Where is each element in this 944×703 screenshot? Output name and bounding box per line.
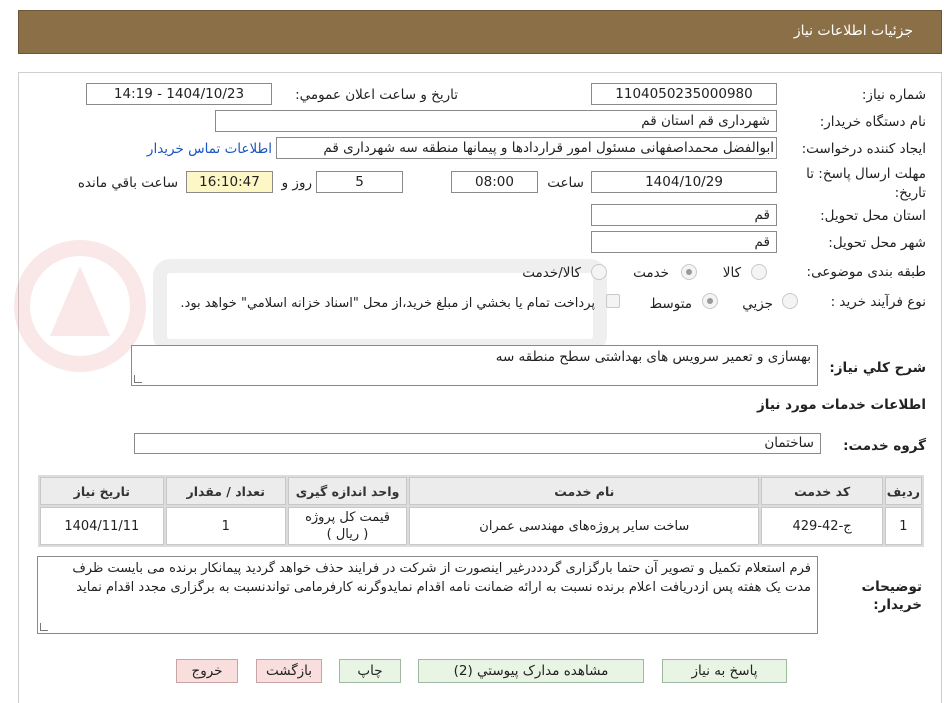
description-text: بهسازی و تعمیر سرویس های بهداشتی سطح منط… — [495, 349, 811, 365]
deadline-time-field: 08:00 — [451, 171, 538, 193]
reply-button[interactable]: پاسخ به نياز — [662, 659, 787, 683]
deadline-days-label: روز و — [281, 175, 312, 191]
requester-field: ابوالفضل محمداصفهانی مسئول امور قرارداده… — [276, 137, 777, 159]
cell-quantity: 1 — [165, 507, 286, 545]
buyer-notes-text: فرم استعلام تکمیل و تصویر آن حتما بارگزا… — [72, 561, 811, 595]
process-label: نوع فرآيند خريد : — [830, 294, 926, 310]
col-quantity-header: تعداد / مقدار — [165, 477, 286, 505]
requester-label: ايجاد کننده درخواست: — [801, 141, 926, 157]
col-row-header: رديف — [884, 477, 922, 505]
cell-service-code: ج-42-429 — [761, 507, 883, 545]
deadline-date-field: 1404/10/29 — [591, 171, 777, 193]
table-header-row: رديف کد خدمت نام خدمت واحد اندازه گيری ت… — [40, 477, 922, 505]
category-goods-radio[interactable] — [751, 264, 767, 280]
process-medium-radio[interactable] — [702, 293, 718, 309]
description-label: شرح کلي نياز: — [829, 360, 926, 376]
category-label: طبقه بندی موضوعی: — [806, 264, 926, 280]
buyer-org-label: نام دستگاه خريدار: — [819, 114, 926, 130]
page-header: جزئيات اطلاعات نياز — [18, 10, 942, 54]
delivery-province-field: قم — [591, 204, 777, 226]
category-service-label: خدمت — [633, 265, 669, 281]
process-medium-label: متوسط — [649, 296, 692, 312]
buyer-org-field: شهرداری قم استان قم — [215, 110, 777, 132]
page-title: جزئيات اطلاعات نياز — [793, 23, 913, 39]
category-service-radio[interactable] — [681, 264, 697, 280]
service-group-label: گروه خدمت: — [843, 438, 926, 454]
exit-button[interactable]: خروج — [176, 659, 238, 683]
resize-grip-icon[interactable] — [134, 375, 142, 383]
treasury-checkbox[interactable] — [606, 294, 620, 308]
category-both-label: کالا/خدمت — [522, 265, 581, 281]
col-code-header: کد خدمت — [761, 477, 883, 505]
resize-grip-icon[interactable] — [40, 623, 48, 631]
col-name-header: نام خدمت — [409, 477, 760, 505]
cell-unit: قیمت کل پروژه ( ریال ) — [287, 507, 408, 545]
buyer-contact-link[interactable]: اطلاعات تماس خريدار — [147, 141, 272, 157]
deadline-time-label: ساعت — [547, 175, 584, 191]
announce-date-label: تاريخ و ساعت اعلان عمومي: — [295, 87, 458, 103]
process-minor-radio[interactable] — [782, 293, 798, 309]
service-group-field: ساختمان — [134, 433, 821, 454]
treasury-note: پرداخت تمام يا بخشي از مبلغ خريد،از محل … — [180, 296, 595, 311]
back-button[interactable]: بازگشت — [256, 659, 322, 683]
cell-service-name: ساخت سایر پروژه‌های مهندسی عمران — [409, 507, 760, 545]
buyer-notes-field: فرم استعلام تکمیل و تصویر آن حتما بارگزا… — [37, 556, 818, 634]
deadline-days-field: 5 — [316, 171, 403, 193]
category-goods-label: کالا — [722, 265, 741, 281]
delivery-city-label: شهر محل تحويل: — [828, 235, 926, 251]
buyer-notes-label: توضيحات خريدار: — [861, 579, 922, 613]
deadline-label: مهلت ارسال پاسخ: تا تاريخ: — [806, 166, 926, 201]
services-table: رديف کد خدمت نام خدمت واحد اندازه گيری ت… — [38, 475, 924, 547]
delivery-province-label: استان محل تحويل: — [820, 208, 926, 224]
remaining-time-field: 16:10:47 — [186, 171, 273, 193]
print-button[interactable]: چاپ — [339, 659, 401, 683]
services-section-title: اطلاعات خدمات مورد نياز — [756, 397, 926, 413]
cell-need-date: 1404/11/11 — [40, 507, 164, 545]
description-field: بهسازی و تعمیر سرویس های بهداشتی سطح منط… — [131, 345, 818, 386]
remaining-time-label: ساعت باقي مانده — [77, 175, 178, 191]
col-date-header: تاريخ نياز — [40, 477, 164, 505]
col-unit-header: واحد اندازه گيری — [287, 477, 408, 505]
table-row: 1 ج-42-429 ساخت سایر پروژه‌های مهندسی عم… — [40, 507, 922, 545]
delivery-city-field: قم — [591, 231, 777, 253]
announce-date-field: 1404/10/23 - 14:19 — [86, 83, 272, 105]
category-both-radio[interactable] — [591, 264, 607, 280]
need-number-field: 1104050235000980 — [591, 83, 777, 105]
view-attachments-button[interactable]: مشاهده مدارک پيوستي (2) — [418, 659, 644, 683]
process-minor-label: جزيي — [742, 296, 773, 312]
need-number-label: شماره نياز: — [861, 87, 926, 103]
cell-row-number: 1 — [884, 507, 922, 545]
